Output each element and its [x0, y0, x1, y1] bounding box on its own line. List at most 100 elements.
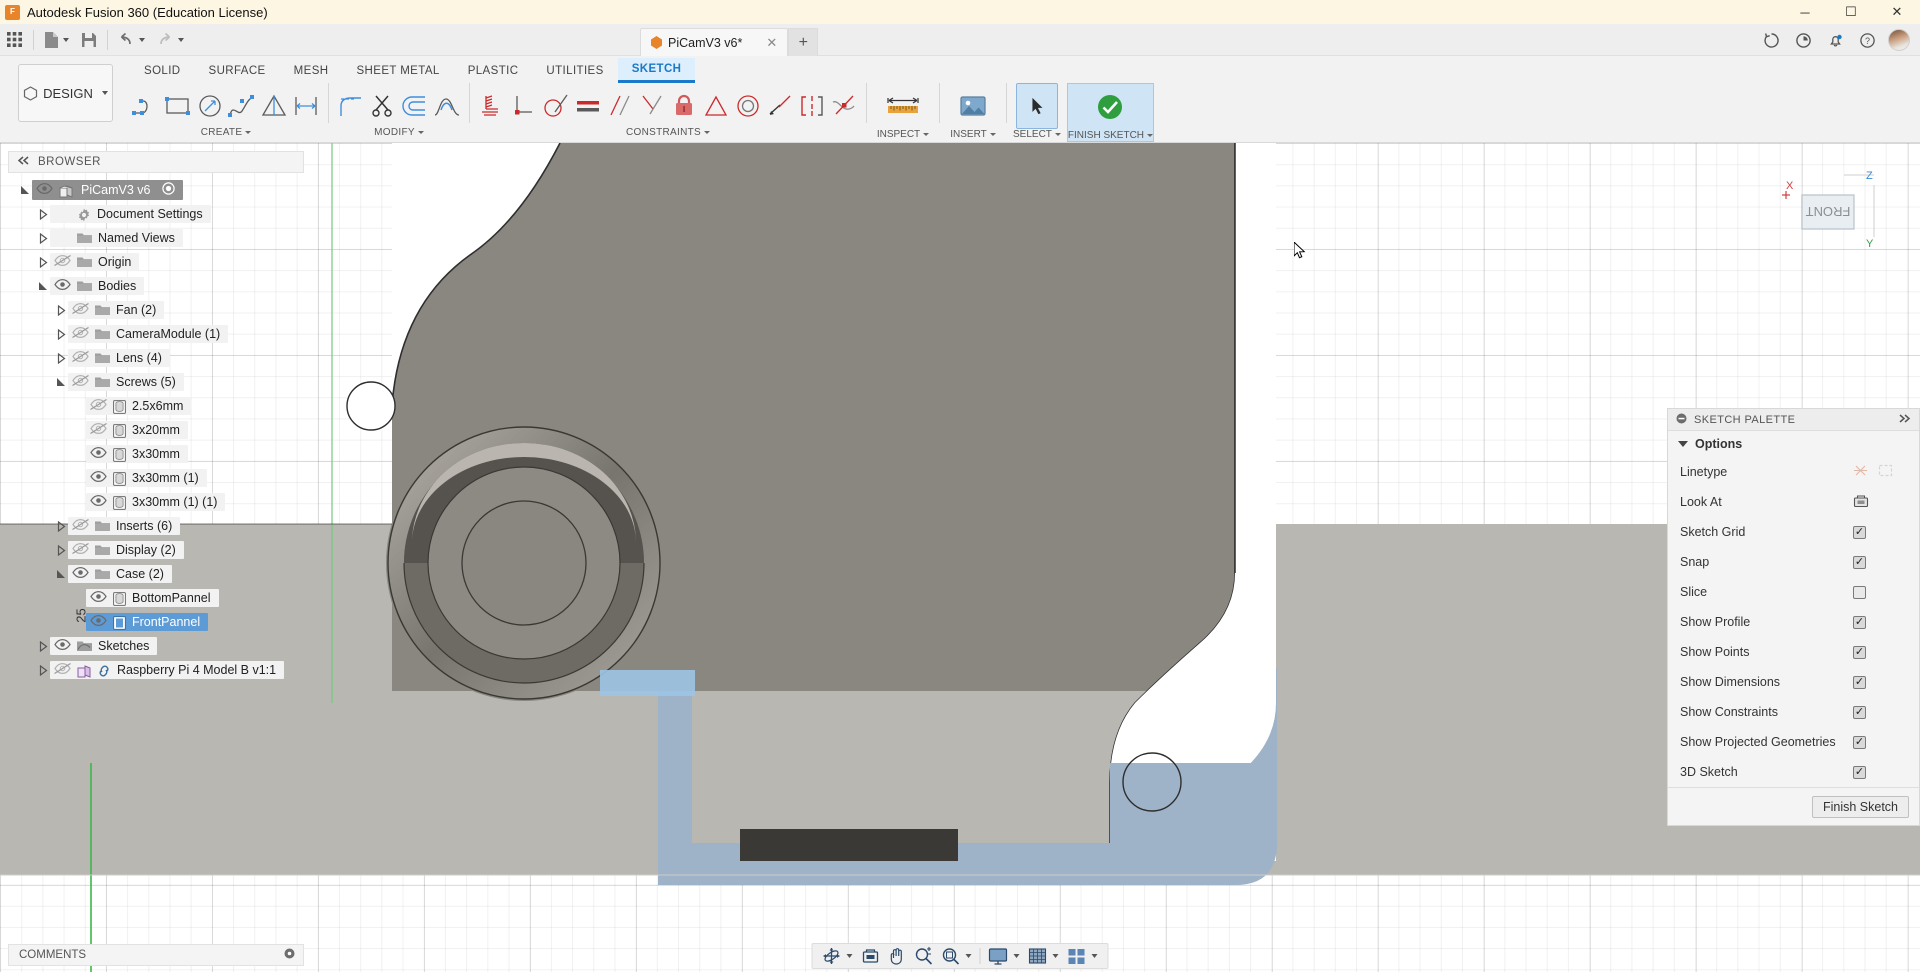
- minus-circle-icon[interactable]: [1676, 413, 1687, 427]
- ribbon-group-select[interactable]: SELECT: [1013, 83, 1061, 140]
- look-at-icon[interactable]: [1853, 494, 1869, 511]
- collapse-arrow-icon[interactable]: [36, 639, 50, 653]
- expand-right-icon[interactable]: [1898, 413, 1911, 426]
- trim-scissors-icon[interactable]: [367, 84, 399, 128]
- checkbox-sketch-grid[interactable]: ✓: [1853, 525, 1866, 539]
- coincident-constraint-icon[interactable]: [508, 84, 540, 128]
- browser-tree-item[interactable]: Screws (5): [68, 373, 184, 391]
- tab-sketch[interactable]: SKETCH: [617, 58, 696, 83]
- construction-line-icon[interactable]: [1853, 464, 1868, 480]
- checkbox-show-constraints[interactable]: ✓: [1853, 705, 1866, 719]
- browser-tree-row[interactable]: Inserts (6): [0, 514, 306, 538]
- radio-icon[interactable]: [162, 182, 176, 198]
- close-icon[interactable]: ✕: [766, 35, 777, 51]
- centerline-icon[interactable]: [1878, 464, 1893, 480]
- redo-icon[interactable]: [151, 24, 190, 56]
- viewports-icon[interactable]: [1064, 944, 1102, 968]
- ground-constraint-icon[interactable]: [476, 84, 508, 128]
- collapse-arrow-icon[interactable]: [54, 303, 68, 317]
- browser-tree-item[interactable]: Named Views: [50, 229, 183, 247]
- eye-visible-icon[interactable]: [90, 446, 107, 461]
- recent-updates-icon[interactable]: [1788, 25, 1818, 55]
- chevron-down-icon[interactable]: [989, 133, 996, 136]
- collapse-left-icon[interactable]: [17, 156, 30, 168]
- browser-tree-row[interactable]: PiCamV3 v6: [0, 178, 306, 202]
- rectangle-icon[interactable]: [162, 84, 194, 128]
- circle-dot-icon[interactable]: [284, 948, 295, 962]
- chevron-down-icon[interactable]: [1013, 954, 1020, 958]
- chevron-down-icon[interactable]: [965, 954, 972, 958]
- expand-arrow-icon[interactable]: [54, 567, 68, 581]
- browser-tree-item[interactable]: Document Settings: [50, 205, 211, 223]
- curvature-constraint-icon[interactable]: [828, 84, 860, 128]
- finish-sketch-button[interactable]: Finish Sketch: [1811, 795, 1909, 818]
- finish-check-icon[interactable]: [1086, 84, 1134, 130]
- eye-hidden-icon[interactable]: [72, 542, 89, 557]
- new-tab-button[interactable]: +: [788, 28, 819, 56]
- browser-tree-row[interactable]: Screws (5): [0, 370, 306, 394]
- browser-tree-item[interactable]: 3x30mm: [86, 445, 188, 463]
- sketch-palette-options-section[interactable]: Options: [1668, 431, 1919, 457]
- browser-tree-item[interactable]: PiCamV3 v6: [32, 180, 184, 200]
- browser-tree-row[interactable]: 2.5x6mm: [0, 394, 306, 418]
- checkbox-show-projected-geometries[interactable]: ✓: [1853, 735, 1866, 749]
- checkbox-show-points[interactable]: ✓: [1853, 645, 1866, 659]
- document-tab[interactable]: PiCamV3 v6* ✕: [640, 28, 789, 56]
- pan-hand-icon[interactable]: [885, 944, 910, 968]
- collapse-arrow-icon[interactable]: [54, 543, 68, 557]
- eye-visible-icon[interactable]: [54, 638, 71, 653]
- curvature-comb-icon[interactable]: [431, 84, 463, 128]
- eye-visible-icon[interactable]: [90, 494, 107, 509]
- line-icon[interactable]: [130, 84, 162, 128]
- help-icon[interactable]: ?: [1852, 25, 1882, 55]
- select-cursor-icon[interactable]: [1015, 83, 1058, 129]
- browser-tree[interactable]: PiCamV3 v6 Document Settings Named Views Or…: [0, 178, 306, 682]
- workspace-switcher-button[interactable]: DESIGN: [18, 64, 113, 122]
- eye-visible-icon[interactable]: [72, 566, 89, 581]
- new-document-icon[interactable]: [38, 24, 75, 56]
- browser-tree-item[interactable]: 3x20mm: [86, 421, 188, 439]
- browser-tree-item[interactable]: Origin: [50, 253, 140, 271]
- checkbox-show-profile[interactable]: ✓: [1853, 615, 1866, 629]
- chevron-down-icon[interactable]: [703, 131, 710, 134]
- polygon-icon[interactable]: [258, 84, 290, 128]
- fix-lock-icon[interactable]: [668, 84, 700, 128]
- eye-hidden-icon[interactable]: [72, 302, 89, 317]
- browser-tree-item[interactable]: Lens (4): [68, 349, 170, 367]
- symmetry-constraint-icon[interactable]: [796, 84, 828, 128]
- chevron-down-icon[interactable]: [417, 131, 424, 134]
- undo-icon[interactable]: [112, 24, 151, 56]
- chevron-down-icon[interactable]: [923, 133, 930, 136]
- collapse-arrow-icon[interactable]: [36, 255, 50, 269]
- tab-mesh[interactable]: MESH: [280, 58, 343, 83]
- zoom-icon[interactable]: [911, 944, 937, 968]
- browser-tree-item[interactable]: Raspberry Pi 4 Model B v1:1: [50, 661, 285, 679]
- tab-plastic[interactable]: PLASTIC: [454, 58, 533, 83]
- browser-tree-row[interactable]: BottomPannel: [0, 586, 306, 610]
- browser-tree-row[interactable]: 3x30mm (1) (1): [0, 490, 306, 514]
- job-status-icon[interactable]: [1756, 25, 1786, 55]
- tab-surface[interactable]: SURFACE: [195, 58, 280, 83]
- browser-tree-row[interactable]: Lens (4): [0, 346, 306, 370]
- look-at-icon[interactable]: [858, 944, 884, 968]
- browser-tree-item[interactable]: 3x30mm (1) (1): [86, 493, 226, 511]
- comments-panel[interactable]: COMMENTS: [8, 944, 304, 966]
- perpendicular-constraint-icon[interactable]: [636, 84, 668, 128]
- browser-tree-row[interactable]: Fan (2): [0, 298, 306, 322]
- browser-tree-row[interactable]: 3x30mm: [0, 442, 306, 466]
- collapse-arrow-icon[interactable]: [54, 519, 68, 533]
- sketch-dimension-icon[interactable]: [290, 84, 322, 128]
- browser-tree-item[interactable]: Inserts (6): [68, 517, 181, 535]
- notifications-icon[interactable]: [1820, 25, 1850, 55]
- eye-hidden-icon[interactable]: [72, 374, 89, 389]
- browser-tree-row[interactable]: Sketches: [0, 634, 306, 658]
- tab-sheet-metal[interactable]: SHEET METAL: [342, 58, 453, 83]
- eye-hidden-icon[interactable]: [72, 350, 89, 365]
- eye-visible-icon[interactable]: [90, 590, 107, 605]
- browser-tree-row[interactable]: FrontPannel: [0, 610, 306, 634]
- checkbox-snap[interactable]: ✓: [1853, 555, 1866, 569]
- insert-image-icon[interactable]: [946, 83, 1000, 129]
- eye-visible-icon[interactable]: [54, 278, 71, 293]
- ribbon-group-inspect[interactable]: INSPECT: [873, 83, 933, 140]
- offset-icon[interactable]: [399, 84, 431, 128]
